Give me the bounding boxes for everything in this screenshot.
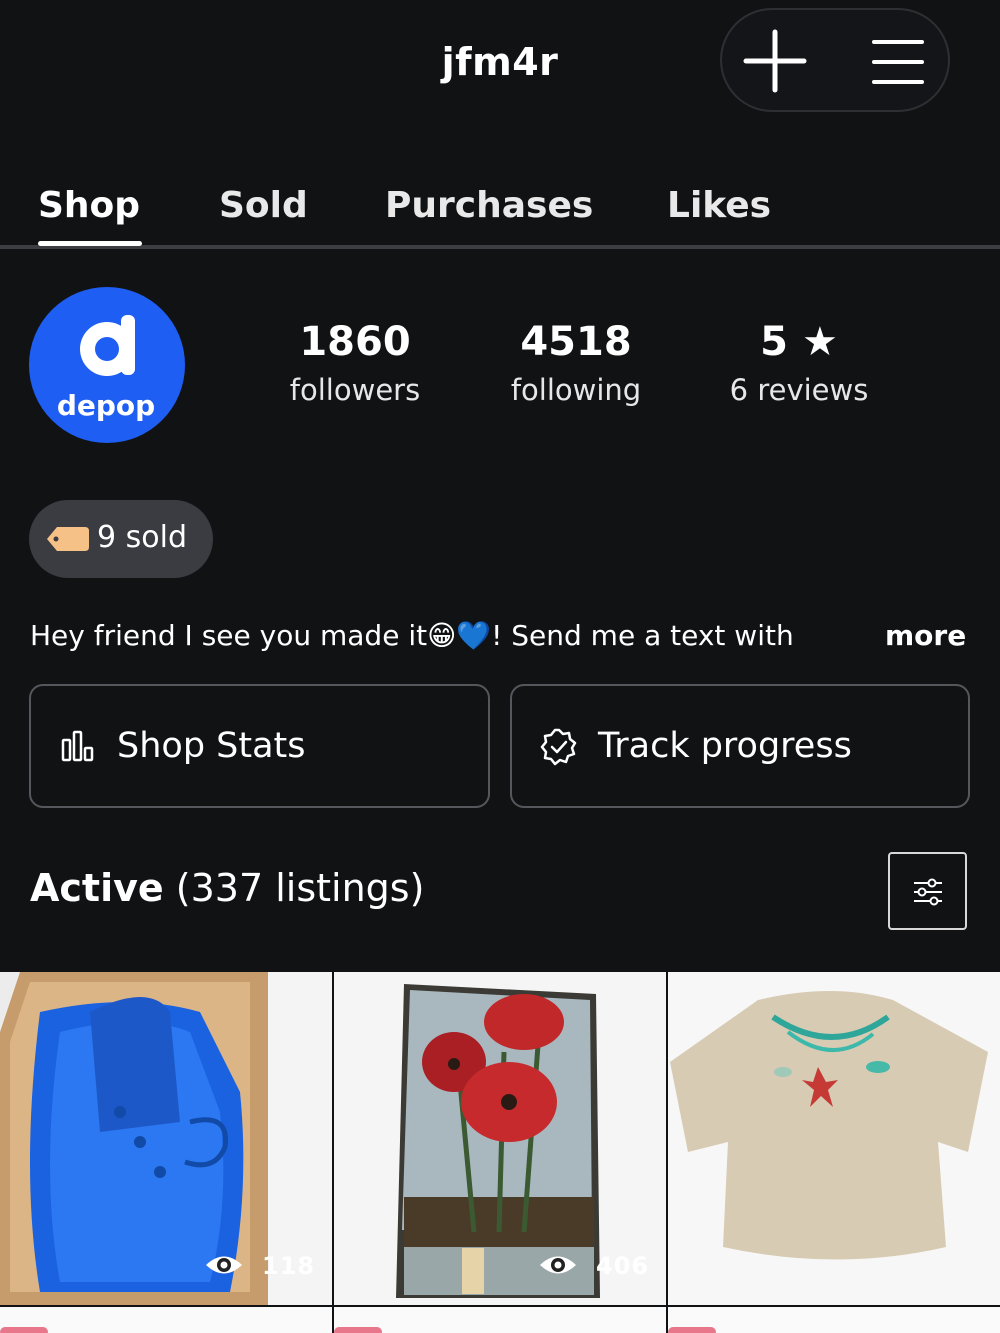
plus-icon (743, 29, 807, 93)
listing-tile-row2 (668, 1307, 1000, 1333)
listing-tile-row2 (334, 1307, 666, 1333)
header: jfm4r (0, 0, 1000, 130)
followers-label: followers (289, 373, 421, 407)
bio-text: Hey friend I see you made it😁💙! Send me … (30, 619, 794, 652)
sale-tag (668, 1327, 716, 1333)
following-count: 4518 (520, 319, 632, 365)
listing-photo-tshirt (668, 972, 1000, 1305)
shop-stats-button[interactable]: Shop Stats (29, 684, 490, 808)
views-number: 118 (262, 1252, 316, 1280)
listings-count: (337 listings) (175, 866, 425, 910)
filter-button[interactable] (888, 852, 967, 930)
track-progress-button[interactable]: Track progress (510, 684, 970, 808)
sold-count: 9 sold (97, 520, 187, 555)
eye-icon (206, 1256, 242, 1274)
eye-icon (540, 1256, 576, 1274)
tab-sold[interactable]: Sold (219, 185, 308, 226)
tab-likes[interactable]: Likes (667, 185, 771, 226)
view-count: 406 (538, 1248, 648, 1288)
sale-tag (334, 1327, 382, 1333)
following-stat[interactable]: 4518 following (495, 315, 657, 407)
hamburger-menu-icon (872, 40, 924, 44)
followers-count: 1860 (299, 319, 411, 365)
add-listing-button[interactable] (742, 26, 808, 96)
listing-tile-row2 (0, 1307, 332, 1333)
bio-more-link[interactable]: more (885, 614, 966, 658)
following-label: following (510, 373, 642, 407)
views-number: 406 (596, 1252, 650, 1280)
reviews-label: 6 reviews (729, 373, 869, 407)
bar-chart-icon (61, 730, 94, 762)
track-progress-label: Track progress (598, 726, 852, 766)
menu-button[interactable] (864, 32, 926, 92)
star-icon: ★ (801, 319, 838, 365)
price-tag-icon (47, 527, 89, 551)
sold-badge[interactable]: 9 sold (29, 500, 213, 578)
filter-sliders-icon (914, 878, 942, 906)
followers-stat[interactable]: 1860 followers (270, 315, 440, 407)
reviews-stat[interactable]: 5 ★ 6 reviews (715, 315, 883, 407)
listing-tile[interactable]: 118 (0, 972, 332, 1305)
badge-check-icon (540, 728, 577, 766)
profile-tabs: Shop Sold Purchases Likes (0, 175, 1000, 249)
depop-logo-icon: depop (57, 315, 155, 422)
listings-heading: Active (337 listings) (30, 866, 425, 910)
tab-shop[interactable]: Shop (38, 185, 140, 226)
bio-fade (810, 612, 880, 662)
avatar[interactable]: depop (29, 287, 185, 443)
listing-tile[interactable] (668, 972, 1000, 1305)
rating-value: 5 ★ (760, 319, 838, 365)
sale-tag (0, 1327, 48, 1333)
view-count: 118 (204, 1248, 314, 1288)
listing-tile[interactable]: 406 (334, 972, 666, 1305)
listings-grid: 118 406 (0, 972, 1000, 1333)
shop-stats-label: Shop Stats (117, 726, 306, 766)
tab-purchases[interactable]: Purchases (385, 185, 593, 226)
avatar-wordmark: depop (57, 389, 155, 422)
header-actions (720, 8, 950, 112)
active-tab-indicator (38, 241, 142, 246)
